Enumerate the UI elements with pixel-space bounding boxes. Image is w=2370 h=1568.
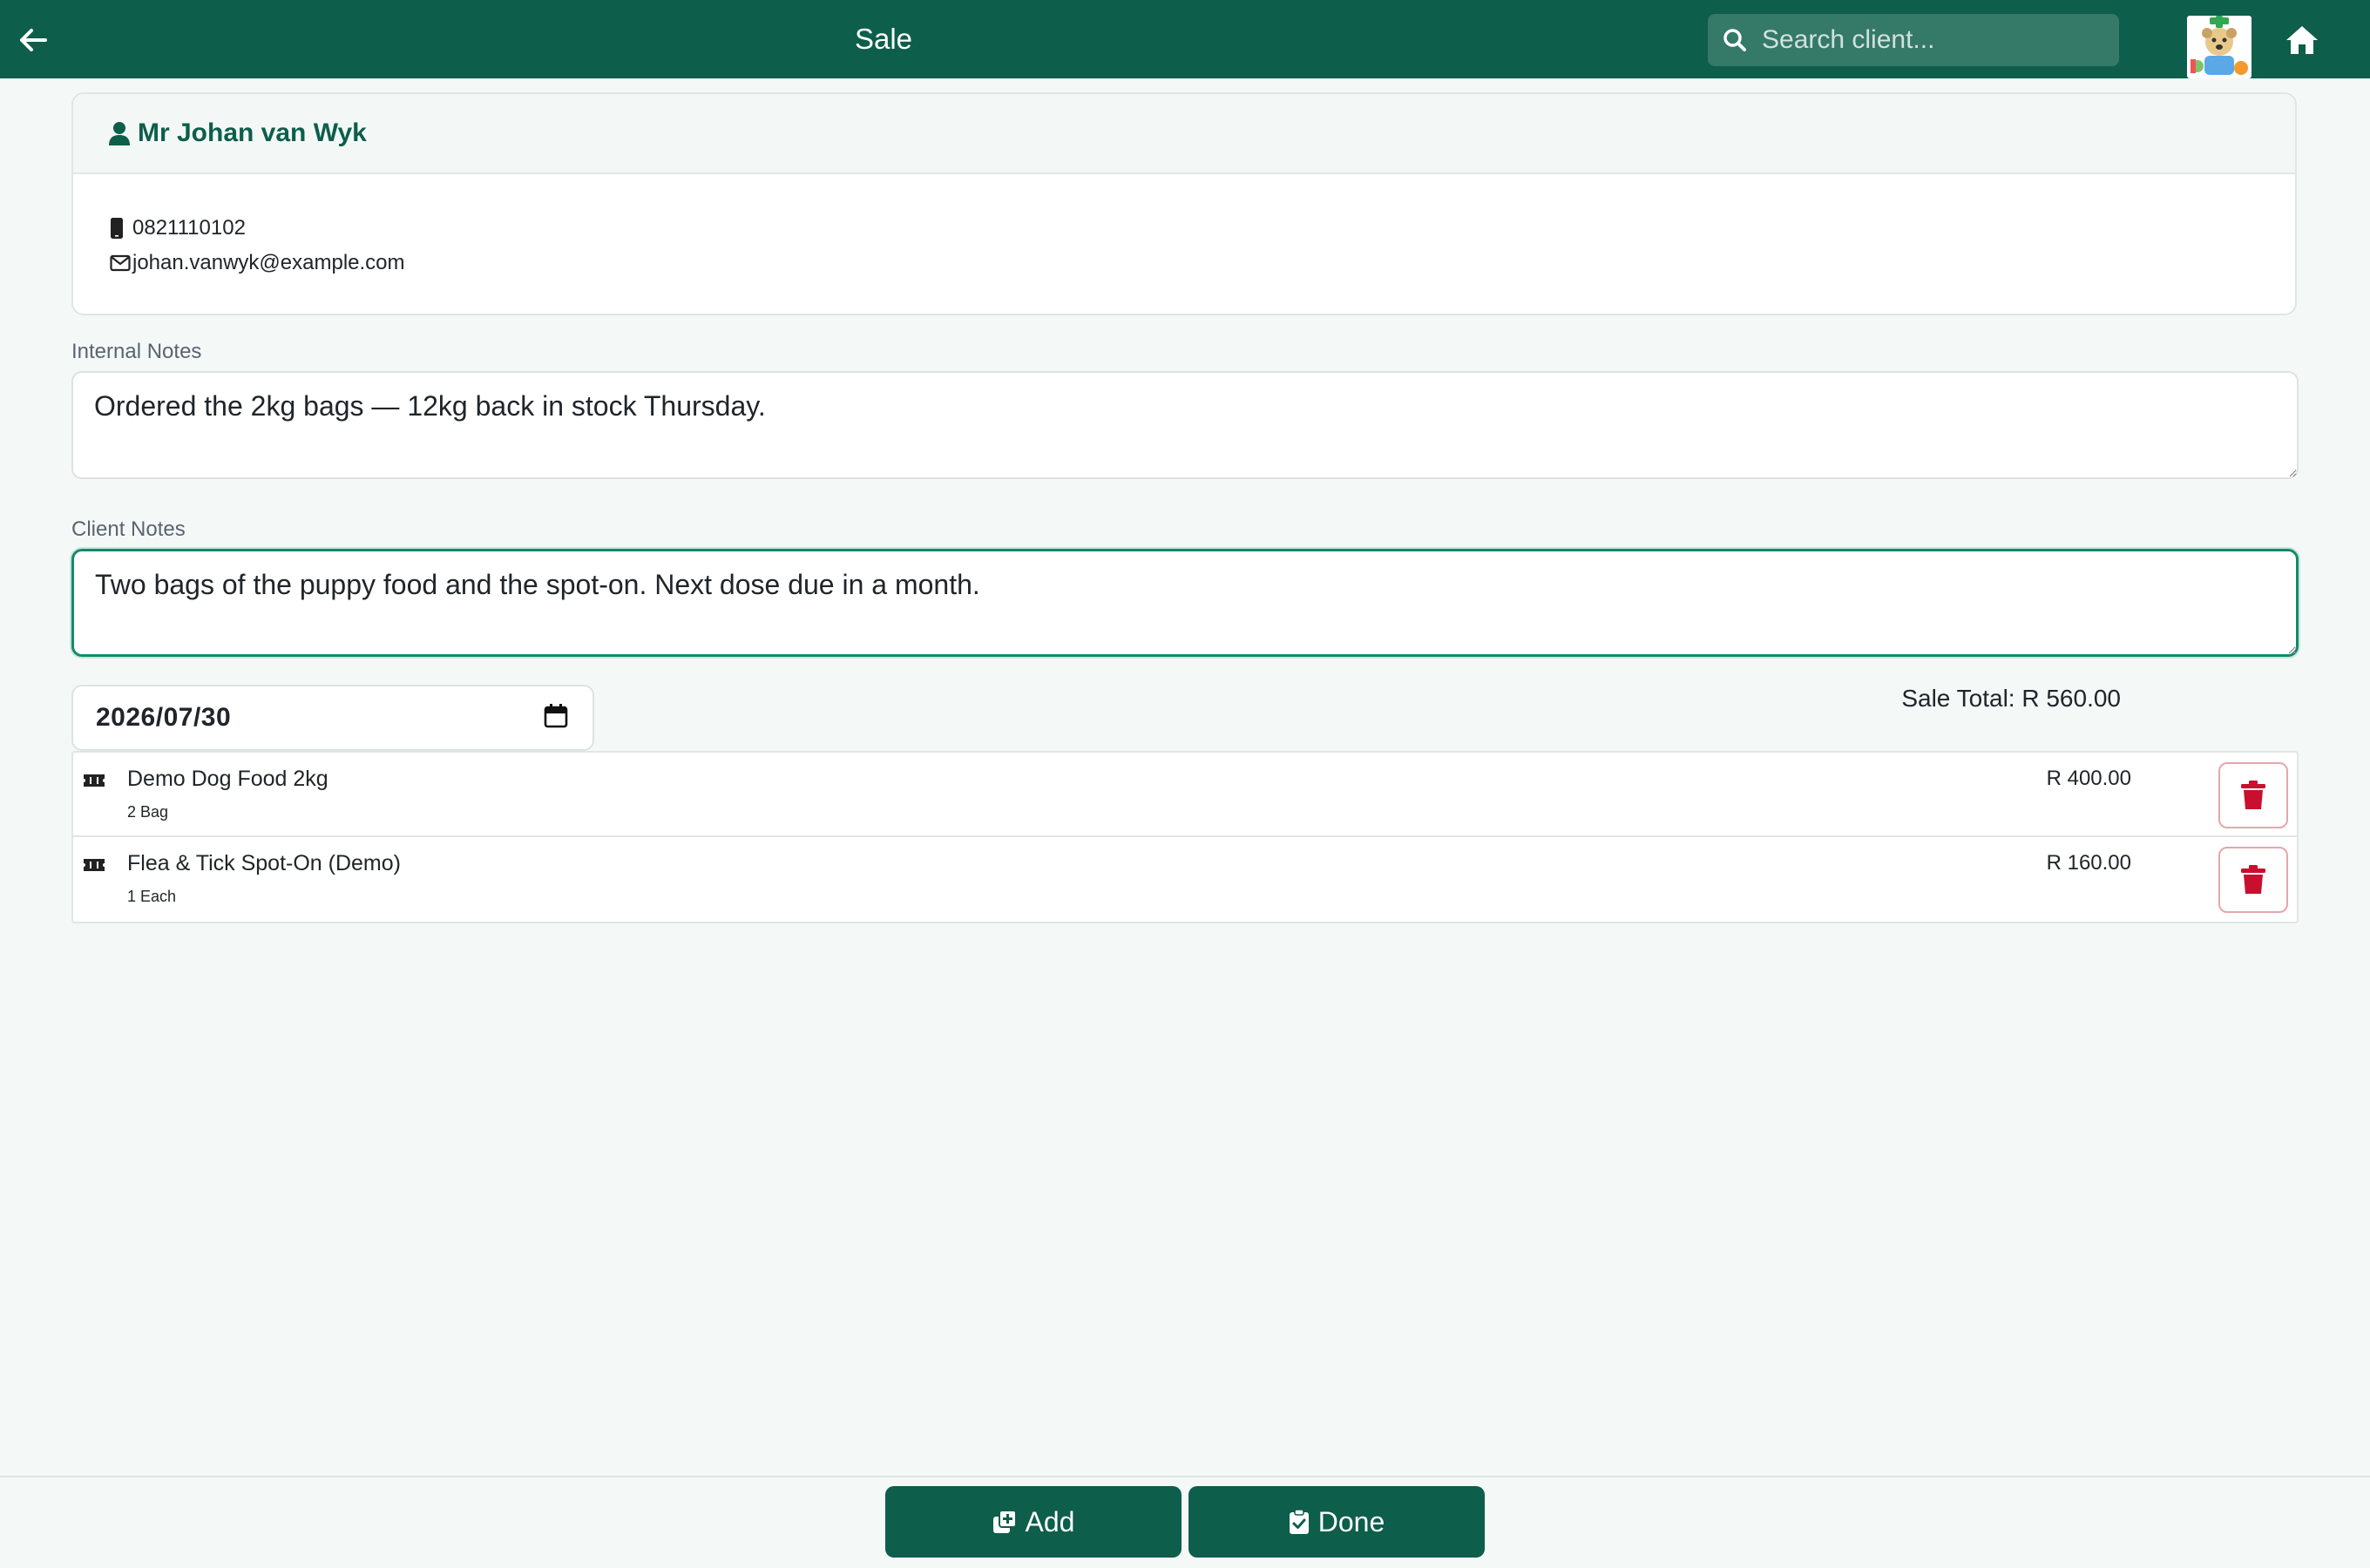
trash-icon <box>2241 781 2265 809</box>
add-button-label: Add <box>1025 1505 1075 1538</box>
client-search[interactable] <box>1708 14 2119 66</box>
client-card: Mr Johan van Wyk 0821110102 johan.vanwyk… <box>71 92 2297 315</box>
search-icon <box>1722 27 1748 53</box>
home-icon <box>2286 26 2318 54</box>
bottom-action-bar: Add Done <box>0 1476 2370 1568</box>
sale-date-input[interactable]: 2026/07/30 <box>71 685 594 751</box>
client-phone[interactable]: 0821110102 <box>132 216 246 240</box>
client-notes-label: Client Notes <box>71 517 186 541</box>
search-input[interactable] <box>1762 25 2093 55</box>
list-item[interactable]: Flea & Tick Spot-On (Demo) 1 Each R 160.… <box>73 837 2297 922</box>
item-quantity: 2 Bag <box>127 803 169 821</box>
delete-item-button[interactable] <box>2218 847 2288 913</box>
item-name: Demo Dog Food 2kg <box>127 767 328 791</box>
home-button[interactable] <box>2281 19 2323 61</box>
internal-notes-label: Internal Notes <box>71 340 202 363</box>
list-item[interactable]: Demo Dog Food 2kg 2 Bag R 400.00 <box>73 753 2297 837</box>
client-email-row: johan.vanwyk@example.com <box>110 246 2295 280</box>
client-name[interactable]: Mr Johan van Wyk <box>138 118 367 148</box>
client-phone-row: 0821110102 <box>110 211 2295 246</box>
done-button[interactable]: Done <box>1188 1486 1485 1558</box>
page-title: Sale <box>854 23 913 55</box>
ticket-icon <box>82 856 106 874</box>
delete-item-button[interactable] <box>2218 762 2288 828</box>
item-price: R 160.00 <box>2046 851 2131 875</box>
clipboard-check-icon <box>1289 1509 1310 1535</box>
sale-date-value[interactable]: 2026/07/30 <box>96 703 231 733</box>
sale-total: Sale Total: R 560.00 <box>1901 685 2121 712</box>
item-name: Flea & Tick Spot-On (Demo) <box>127 851 401 875</box>
client-card-header: Mr Johan van Wyk <box>73 94 2295 174</box>
add-item-button[interactable]: Add <box>885 1486 1182 1558</box>
item-price: R 400.00 <box>2046 767 2131 790</box>
envelope-icon <box>110 254 132 272</box>
trash-icon <box>2241 865 2265 894</box>
mobile-phone-icon <box>110 218 132 239</box>
pet-clinic-logo-icon <box>2191 16 2248 75</box>
user-icon <box>109 122 130 145</box>
sale-items-list: Demo Dog Food 2kg 2 Bag R 400.00 Flea & … <box>71 751 2299 923</box>
top-app-bar: Sale <box>0 0 2370 78</box>
add-copy-icon <box>992 1510 1017 1534</box>
calendar-icon[interactable] <box>544 703 568 733</box>
ticket-icon <box>82 772 106 789</box>
done-button-label: Done <box>1317 1505 1385 1538</box>
client-notes-field[interactable]: Two bags of the puppy food and the spot-… <box>71 549 2299 657</box>
internal-notes-field[interactable]: Ordered the 2kg bags — 12kg back in stoc… <box>71 371 2299 479</box>
clinic-logo-avatar[interactable] <box>2187 16 2252 78</box>
client-email[interactable]: johan.vanwyk@example.com <box>132 251 405 275</box>
item-quantity: 1 Each <box>127 888 177 905</box>
